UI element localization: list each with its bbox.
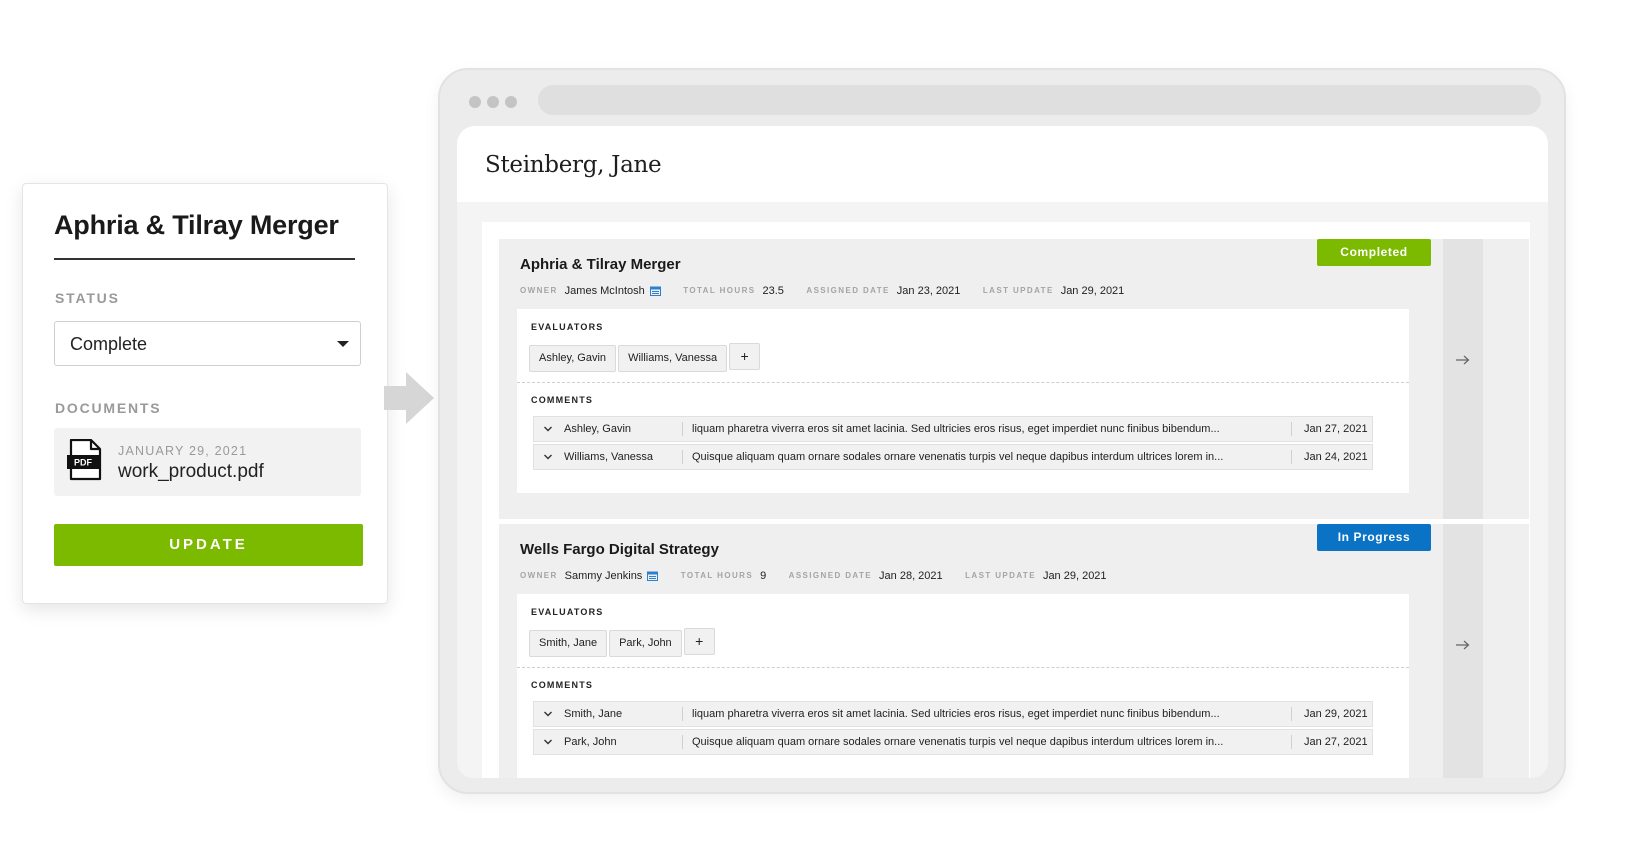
total-hours-value: 23.5 — [762, 284, 784, 297]
evaluator-chip[interactable]: Smith, Jane — [529, 630, 608, 657]
total-hours-key: TOTAL HOURS — [680, 571, 754, 581]
column-divider — [1291, 707, 1292, 721]
project-meta: OWNER Sammy Jenkins TOTAL HOURS 9 ASSIGNED… — [520, 567, 1125, 582]
arrow-right-icon — [1456, 355, 1470, 365]
caret-down-icon — [337, 341, 349, 347]
calendar-icon[interactable] — [649, 286, 661, 296]
project-card: Aphria & Tilray Merger Completed OWNER Ja… — [499, 239, 1529, 519]
document-name[interactable]: work_product.pdf — [118, 461, 264, 483]
projects-panel: Aphria & Tilray Merger Completed OWNER Ja… — [482, 222, 1530, 778]
total-hours-value: 9 — [760, 569, 767, 582]
title-divider — [54, 258, 355, 260]
comment-date: Jan 27, 2021 — [1304, 423, 1368, 435]
flow-arrow-icon — [384, 372, 434, 424]
status-badge: In Progress — [1317, 524, 1431, 551]
comment-row[interactable]: Park, John Quisque aliquam quam ornare s… — [533, 729, 1373, 755]
add-evaluator-button[interactable]: + — [729, 343, 761, 370]
add-evaluator-button[interactable]: + — [683, 628, 715, 655]
status-label: STATUS — [55, 290, 120, 306]
chevron-down-icon[interactable] — [543, 425, 553, 433]
evaluators-label: EVALUATORS — [531, 322, 604, 332]
address-bar[interactable] — [538, 85, 1541, 115]
evaluator-chip[interactable]: Williams, Vanessa — [618, 345, 728, 372]
comment-text: Quisque aliquam quam ornare sodales orna… — [692, 451, 1224, 463]
edit-card-title: Aphria & Tilray Merger — [54, 210, 339, 240]
last-update-value: Jan 29, 2021 — [1042, 569, 1107, 582]
comment-text: liquam pharetra viverra eros sit amet la… — [692, 423, 1220, 435]
status-select-value: Complete — [70, 334, 148, 354]
column-divider — [682, 707, 683, 721]
page-title: Steinberg, Jane — [485, 152, 662, 178]
chevron-down-icon[interactable] — [543, 710, 553, 718]
comment-date: Jan 29, 2021 — [1304, 708, 1368, 720]
page-header: Steinberg, Jane — [457, 126, 1548, 202]
owner-key: OWNER — [520, 571, 558, 581]
comment-author: Smith, Jane — [564, 708, 623, 720]
column-divider — [682, 422, 683, 436]
column-divider — [682, 735, 683, 749]
total-hours-key: TOTAL HOURS — [683, 286, 756, 296]
comment-date: Jan 24, 2021 — [1304, 451, 1368, 463]
last-update-value: Jan 29, 2021 — [1060, 284, 1125, 297]
browser-window: Steinberg, Jane Aphria & Tilray Merger C… — [438, 68, 1566, 794]
project-meta: OWNER James McIntosh TOTAL HOURS 23.5 ASSI… — [520, 282, 1142, 297]
comments-label: COMMENTS — [531, 680, 594, 690]
comment-author: Park, John — [564, 736, 617, 748]
update-button[interactable]: UPDATE — [54, 524, 363, 566]
evaluator-chip[interactable]: Ashley, Gavin — [529, 345, 617, 372]
column-divider — [1291, 422, 1292, 436]
evaluators-label: EVALUATORS — [531, 607, 604, 617]
document-date: JANUARY 29, 2021 — [118, 444, 248, 458]
assigned-date-key: ASSIGNED DATE — [806, 286, 890, 296]
last-update-key: LAST UPDATE — [982, 286, 1054, 296]
status-select[interactable]: Complete — [54, 321, 361, 366]
assigned-date-value: Jan 28, 2021 — [879, 569, 943, 582]
chevron-down-icon[interactable] — [543, 453, 553, 461]
comment-text: liquam pharetra viverra eros sit amet la… — [692, 708, 1220, 720]
comment-author: Ashley, Gavin — [564, 423, 632, 435]
section-divider — [517, 382, 1409, 383]
comment-row[interactable]: Ashley, Gavin liquam pharetra viverra er… — [533, 416, 1373, 442]
section-divider — [517, 667, 1409, 668]
owner-key: OWNER — [520, 286, 558, 296]
pdf-icon: PDF — [67, 439, 102, 481]
owner-value: Sammy Jenkins — [564, 569, 643, 582]
project-card: Wells Fargo Digital Strategy In Progress… — [499, 524, 1529, 778]
documents-label: DOCUMENTS — [55, 400, 162, 416]
comment-text: Quisque aliquam quam ornare sodales orna… — [692, 736, 1224, 748]
project-details: EVALUATORS Smith, Jane Park, John + COMMEN… — [517, 594, 1409, 778]
comment-row[interactable]: Smith, Jane liquam pharetra viverra eros… — [533, 701, 1373, 727]
project-details: EVALUATORS Ashley, Gavin Williams, Vaness… — [517, 309, 1409, 493]
project-title: Wells Fargo Digital Strategy — [520, 541, 719, 558]
column-divider — [1291, 450, 1292, 464]
calendar-icon[interactable] — [647, 571, 659, 581]
comment-row[interactable]: Williams, Vanessa Quisque aliquam quam o… — [533, 444, 1373, 470]
column-divider — [682, 450, 683, 464]
project-edit-card: Aphria & Tilray Merger STATUS Complete D… — [22, 183, 388, 604]
column-divider — [1291, 735, 1292, 749]
document-item[interactable]: PDF JANUARY 29, 2021 work_product.pdf — [54, 428, 361, 496]
open-project-button[interactable] — [1443, 239, 1483, 519]
browser-viewport: Steinberg, Jane Aphria & Tilray Merger C… — [457, 126, 1548, 778]
evaluator-chips: Smith, Jane Park, John + — [529, 628, 717, 657]
window-dot — [469, 96, 481, 108]
window-dot — [487, 96, 499, 108]
project-title: Aphria & Tilray Merger — [520, 256, 681, 273]
comment-author: Williams, Vanessa — [564, 451, 654, 463]
pdf-icon-label: PDF — [74, 458, 93, 468]
evaluator-chips: Ashley, Gavin Williams, Vanessa + — [529, 343, 762, 372]
assigned-date-value: Jan 23, 2021 — [896, 284, 961, 297]
comment-date: Jan 27, 2021 — [1304, 736, 1368, 748]
last-update-key: LAST UPDATE — [965, 571, 1036, 581]
chevron-down-icon[interactable] — [543, 738, 553, 746]
status-badge: Completed — [1317, 239, 1431, 266]
comments-label: COMMENTS — [531, 395, 594, 405]
arrow-right-icon — [1456, 640, 1470, 650]
owner-value: James McIntosh — [564, 284, 645, 297]
evaluator-chip[interactable]: Park, John — [609, 630, 682, 657]
open-project-button[interactable] — [1443, 524, 1483, 778]
window-dot — [505, 96, 517, 108]
assigned-date-key: ASSIGNED DATE — [788, 571, 873, 581]
